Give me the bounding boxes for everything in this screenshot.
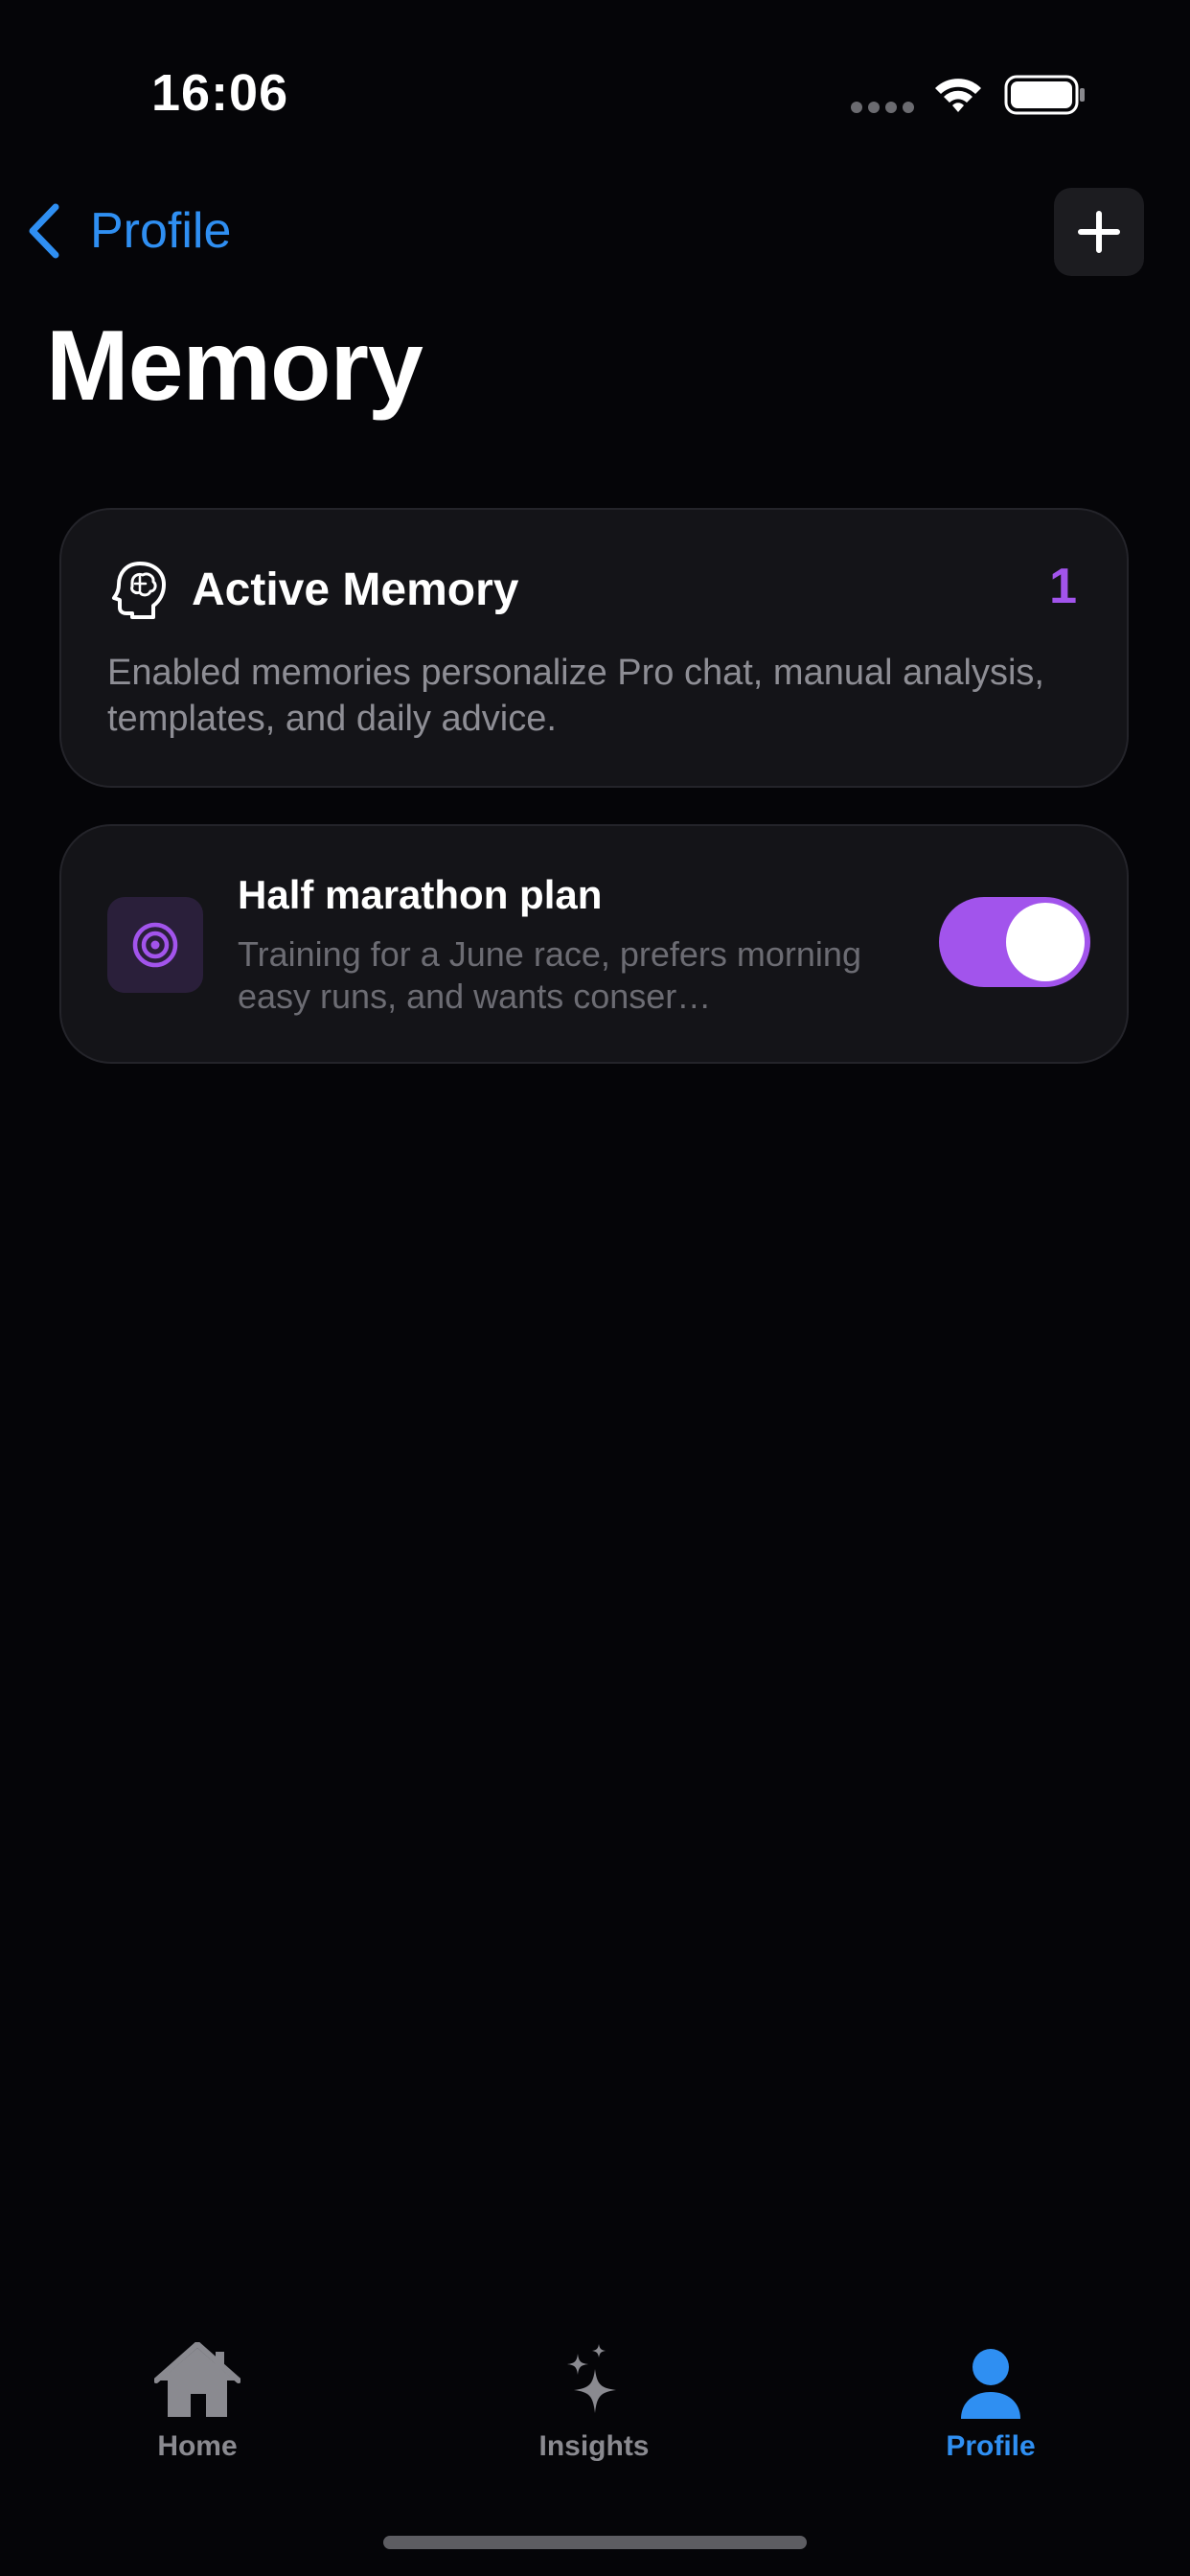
memory-description: Training for a June race, prefers mornin… bbox=[238, 934, 861, 1016]
tab-insights[interactable]: Insights bbox=[469, 2342, 719, 2463]
home-indicator bbox=[383, 2536, 807, 2549]
tab-home[interactable]: Home bbox=[73, 2342, 322, 2463]
back-button-label: Profile bbox=[90, 203, 232, 259]
active-memory-title: Active Memory bbox=[192, 564, 519, 615]
cellular-dots-icon bbox=[851, 102, 914, 113]
person-icon bbox=[961, 2349, 1020, 2419]
status-bar: 16:06 bbox=[0, 0, 1190, 192]
tab-bar: Home Insights Profile bbox=[0, 2319, 1190, 2492]
memory-enabled-toggle[interactable] bbox=[939, 897, 1090, 987]
active-memory-card: Active Memory 1 Enabled memories persona… bbox=[59, 508, 1129, 788]
chevron-left-icon bbox=[29, 203, 59, 259]
toggle-knob bbox=[1006, 903, 1085, 981]
status-time: 16:06 bbox=[151, 64, 289, 122]
plus-icon bbox=[1078, 211, 1120, 253]
tab-home-label: Home bbox=[157, 2430, 238, 2462]
sparkles-icon bbox=[567, 2344, 616, 2413]
tab-profile-label: Profile bbox=[946, 2430, 1036, 2462]
active-memory-header: Active Memory bbox=[111, 560, 518, 619]
add-memory-button[interactable] bbox=[1054, 188, 1144, 276]
wifi-icon bbox=[935, 79, 981, 112]
page-title: Memory bbox=[46, 310, 423, 422]
tab-insights-label: Insights bbox=[538, 2430, 650, 2462]
battery-icon bbox=[1004, 75, 1085, 115]
tab-profile[interactable]: Profile bbox=[866, 2342, 1115, 2463]
active-memory-count: 1 bbox=[1049, 559, 1077, 614]
house-icon bbox=[154, 2342, 240, 2417]
memory-title: Half marathon plan bbox=[238, 872, 603, 917]
memory-icon-box bbox=[107, 897, 203, 993]
brain-head-icon bbox=[112, 562, 166, 619]
active-memory-description: Enabled memories personalize Pro chat, m… bbox=[107, 653, 1044, 739]
memory-item[interactable]: Half marathon plan Training for a June r… bbox=[59, 824, 1129, 1064]
back-button[interactable]: Profile bbox=[25, 197, 231, 264]
target-icon bbox=[132, 922, 178, 968]
